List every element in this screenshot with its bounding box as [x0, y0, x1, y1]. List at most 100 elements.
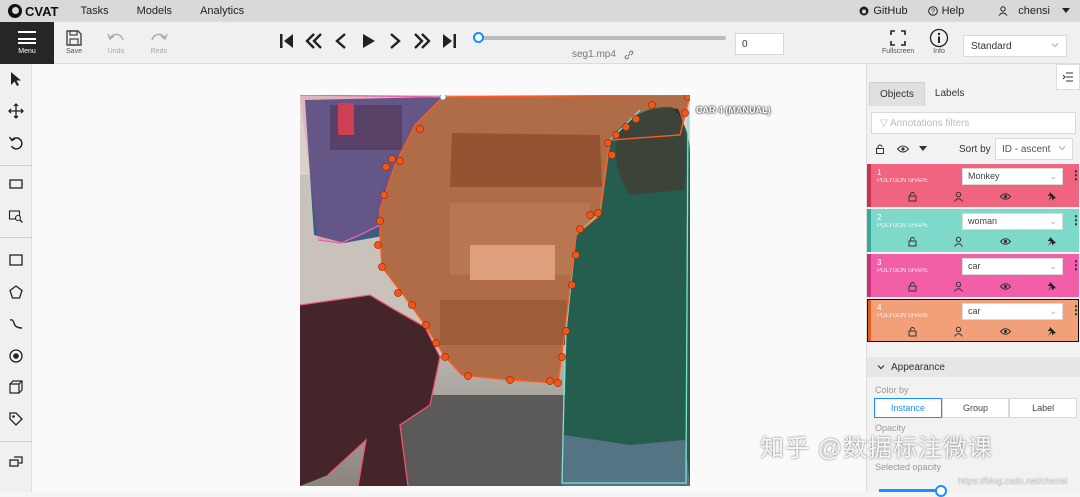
first-frame-icon[interactable] — [278, 32, 296, 50]
more-options-icon[interactable]: ⋮ — [1070, 168, 1080, 182]
object-card-3[interactable]: 3 POLYGON SHAPE car ⌄ ⋮ — [867, 254, 1080, 297]
help-link[interactable]: ? Help — [927, 5, 965, 17]
nav-models[interactable]: Models — [137, 5, 172, 17]
fast-forward-icon[interactable] — [413, 32, 431, 50]
object-label-value: woman — [968, 216, 998, 226]
object-label-select[interactable]: car ⌄ — [962, 303, 1063, 320]
sort-select[interactable]: ID - ascent — [995, 138, 1073, 160]
appearance-title: Appearance — [891, 361, 945, 373]
lock-icon[interactable] — [907, 236, 918, 247]
points-icon — [9, 349, 23, 363]
eye-icon[interactable] — [999, 236, 1011, 247]
caret-down-icon[interactable] — [919, 146, 927, 152]
cursor-tool[interactable] — [6, 69, 26, 89]
annotation-canvas[interactable]: CAR 4 (MANUAL) — [32, 64, 866, 492]
object-label-select[interactable]: woman ⌄ — [962, 213, 1063, 230]
pin-icon[interactable] — [1046, 326, 1057, 337]
annotations-filter-input[interactable]: ▽ Annotations filters — [871, 112, 1076, 134]
user-icon[interactable] — [953, 326, 964, 337]
draw-rectangle-tool[interactable] — [6, 250, 26, 270]
last-frame-icon[interactable] — [440, 32, 458, 50]
menu-button[interactable]: Menu — [0, 22, 54, 64]
app-name: CVAT — [25, 3, 59, 19]
object-label-select[interactable]: Monkey ⌄ — [962, 168, 1063, 185]
appearance-panel-header[interactable]: Appearance — [867, 357, 1080, 377]
link-icon[interactable] — [624, 50, 634, 60]
draw-cuboid-tool[interactable] — [6, 377, 26, 397]
object-card-1[interactable]: 1 POLYGON SHAPE Monkey ⌄ ⋮ — [867, 164, 1080, 207]
draw-polygon-tool[interactable] — [6, 282, 26, 302]
menu-label: Menu — [18, 48, 36, 55]
setup-tag-tool[interactable] — [6, 409, 26, 429]
nav-analytics[interactable]: Analytics — [200, 5, 244, 17]
object-type: POLYGON SHAPE — [877, 268, 929, 274]
help-label: Help — [941, 5, 965, 17]
prev-frame-icon[interactable] — [332, 32, 350, 50]
player-controls — [278, 32, 458, 50]
object-card-2[interactable]: 2 POLYGON SHAPE woman ⌄ ⋮ — [867, 209, 1080, 252]
info-button[interactable]: Info — [929, 28, 949, 55]
fullscreen-label: Fullscreen — [882, 48, 915, 55]
pin-icon[interactable] — [1046, 191, 1057, 202]
user-icon[interactable] — [953, 191, 964, 202]
object-label-value: car — [968, 306, 981, 316]
collapse-sidebar-button[interactable] — [1056, 64, 1080, 90]
rotate-tool[interactable] — [6, 133, 26, 153]
color-by-radio-group: Instance Group Label — [874, 398, 1078, 418]
chevron-down-icon — [1051, 43, 1059, 48]
draw-points-tool[interactable] — [6, 346, 26, 366]
save-button[interactable]: Save — [64, 28, 84, 55]
user-menu[interactable]: chensi — [998, 5, 1070, 17]
workspace-select[interactable]: Standard — [963, 35, 1067, 57]
lock-icon[interactable] — [907, 281, 918, 292]
more-options-icon[interactable]: ⋮ — [1070, 213, 1080, 227]
draw-polyline-tool[interactable] — [6, 314, 26, 334]
fullscreen-button[interactable]: Fullscreen — [882, 28, 914, 55]
redo-label: Redo — [150, 48, 168, 55]
tab-objects[interactable]: Objects — [869, 82, 925, 106]
filter-placeholder: Annotations filters — [889, 118, 970, 129]
annotation-toolbar: Menu Save Undo Redo seg1.mp4 Fullscreen … — [0, 22, 1080, 64]
user-icon[interactable] — [953, 236, 964, 247]
help-icon: ? — [927, 6, 938, 16]
object-label-select[interactable]: car ⌄ — [962, 258, 1063, 275]
lock-icon[interactable] — [907, 191, 918, 202]
zoom-region-tool[interactable] — [6, 206, 26, 226]
controls-sidebar — [0, 64, 32, 492]
move-tool[interactable] — [6, 101, 26, 121]
user-icon[interactable] — [953, 281, 964, 292]
pin-icon[interactable] — [1046, 281, 1057, 292]
next-frame-icon[interactable] — [386, 32, 404, 50]
eye-icon[interactable] — [999, 281, 1011, 292]
cvat-logo-icon — [8, 4, 22, 18]
more-options-icon[interactable]: ⋮ — [1070, 303, 1080, 317]
chevron-down-icon — [1058, 146, 1066, 151]
redo-icon — [151, 33, 168, 41]
github-link[interactable]: GitHub — [859, 5, 908, 17]
more-options-icon[interactable]: ⋮ — [1070, 258, 1080, 272]
frame-slider[interactable] — [473, 32, 726, 43]
tab-labels[interactable]: Labels — [925, 82, 974, 106]
fast-backward-icon[interactable] — [305, 32, 323, 50]
lock-all-icon[interactable] — [875, 144, 885, 154]
undo-icon — [107, 33, 124, 41]
redo-button[interactable]: Redo — [149, 28, 169, 55]
video-frame[interactable] — [300, 95, 690, 486]
fit-image-tool[interactable] — [6, 174, 26, 194]
color-by-label[interactable]: Label — [1009, 398, 1078, 418]
frame-slider-handle[interactable] — [473, 32, 484, 43]
eye-all-icon[interactable] — [897, 144, 909, 154]
nav-tasks[interactable]: Tasks — [80, 5, 108, 17]
pin-icon[interactable] — [1046, 236, 1057, 247]
object-card-4[interactable]: 4 POLYGON SHAPE car ⌄ ⋮ — [867, 299, 1080, 342]
color-by-instance[interactable]: Instance — [874, 398, 942, 418]
frame-number-input[interactable] — [735, 33, 784, 55]
lock-icon[interactable] — [907, 326, 918, 337]
eye-icon[interactable] — [999, 191, 1011, 202]
undo-button[interactable]: Undo — [106, 28, 126, 55]
cvat-logo[interactable]: CVAT — [8, 4, 58, 19]
merge-tool[interactable] — [6, 452, 26, 472]
eye-icon[interactable] — [999, 326, 1011, 337]
play-icon[interactable] — [359, 32, 377, 50]
color-by-group[interactable]: Group — [941, 398, 1010, 418]
